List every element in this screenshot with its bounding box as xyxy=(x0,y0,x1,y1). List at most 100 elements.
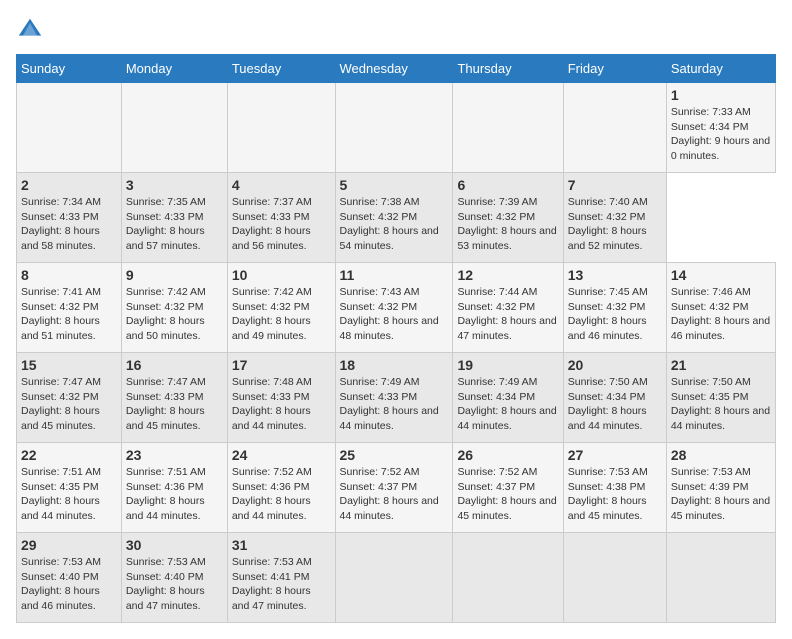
calendar-cell: 14Sunrise: 7:46 AMSunset: 4:32 PMDayligh… xyxy=(666,263,775,353)
day-info: Sunrise: 7:52 AMSunset: 4:37 PMDaylight:… xyxy=(340,465,449,524)
day-info: Sunrise: 7:39 AMSunset: 4:32 PMDaylight:… xyxy=(457,195,558,254)
header-tuesday: Tuesday xyxy=(227,55,335,83)
day-number: 28 xyxy=(671,447,771,463)
day-number: 16 xyxy=(126,357,223,373)
day-number: 26 xyxy=(457,447,558,463)
day-info: Sunrise: 7:43 AMSunset: 4:32 PMDaylight:… xyxy=(340,285,449,344)
calendar-cell: 15 Sunrise: 7:47 AMSunset: 4:32 PMDayligh… xyxy=(17,353,122,443)
day-info: Sunrise: 7:48 AMSunset: 4:33 PMDaylight:… xyxy=(232,375,331,434)
day-info: Sunrise: 7:50 AMSunset: 4:35 PMDaylight:… xyxy=(671,375,771,434)
calendar-cell xyxy=(335,533,453,623)
calendar-cell: 24 Sunrise: 7:52 AMSunset: 4:36 PMDayligh… xyxy=(227,443,335,533)
day-number: 4 xyxy=(232,177,331,193)
calendar-cell xyxy=(335,83,453,173)
header-wednesday: Wednesday xyxy=(335,55,453,83)
calendar-cell: 8Sunrise: 7:41 AMSunset: 4:32 PMDaylight… xyxy=(17,263,122,353)
day-number: 23 xyxy=(126,447,223,463)
calendar-cell: 26 Sunrise: 7:52 AMSunset: 4:37 PMDayligh… xyxy=(453,443,563,533)
day-info: Sunrise: 7:41 AMSunset: 4:32 PMDaylight:… xyxy=(21,285,117,344)
day-info: Sunrise: 7:33 AMSunset: 4:34 PMDaylight:… xyxy=(671,105,771,164)
calendar-table: SundayMondayTuesdayWednesdayThursdayFrid… xyxy=(16,54,776,623)
calendar-cell: 19 Sunrise: 7:49 AMSunset: 4:34 PMDayligh… xyxy=(453,353,563,443)
day-info: Sunrise: 7:52 AMSunset: 4:37 PMDaylight:… xyxy=(457,465,558,524)
day-info: Sunrise: 7:34 AMSunset: 4:33 PMDaylight:… xyxy=(21,195,117,254)
header-sunday: Sunday xyxy=(17,55,122,83)
page-header xyxy=(16,16,776,44)
day-info: Sunrise: 7:53 AMSunset: 4:38 PMDaylight:… xyxy=(568,465,662,524)
day-number: 1 xyxy=(671,87,771,103)
day-info: Sunrise: 7:52 AMSunset: 4:36 PMDaylight:… xyxy=(232,465,331,524)
calendar-week-row: 15 Sunrise: 7:47 AMSunset: 4:32 PMDayligh… xyxy=(17,353,776,443)
calendar-cell: 30 Sunrise: 7:53 AMSunset: 4:40 PMDayligh… xyxy=(121,533,227,623)
calendar-week-row: 22Sunrise: 7:51 AMSunset: 4:35 PMDayligh… xyxy=(17,443,776,533)
day-number: 30 xyxy=(126,537,223,553)
calendar-cell: 17 Sunrise: 7:48 AMSunset: 4:33 PMDayligh… xyxy=(227,353,335,443)
day-info: Sunrise: 7:35 AMSunset: 4:33 PMDaylight:… xyxy=(126,195,223,254)
calendar-cell xyxy=(453,533,563,623)
calendar-cell: 10Sunrise: 7:42 AMSunset: 4:32 PMDayligh… xyxy=(227,263,335,353)
day-info: Sunrise: 7:42 AMSunset: 4:32 PMDaylight:… xyxy=(126,285,223,344)
calendar-cell: 4Sunrise: 7:37 AMSunset: 4:33 PMDaylight… xyxy=(227,173,335,263)
day-info: Sunrise: 7:47 AMSunset: 4:33 PMDaylight:… xyxy=(126,375,223,434)
day-info: Sunrise: 7:49 AMSunset: 4:33 PMDaylight:… xyxy=(340,375,449,434)
calendar-cell xyxy=(563,533,666,623)
day-number: 9 xyxy=(126,267,223,283)
calendar-cell: 3 Sunrise: 7:35 AMSunset: 4:33 PMDaylight… xyxy=(121,173,227,263)
day-number: 15 xyxy=(21,357,117,373)
calendar-cell: 21Sunrise: 7:50 AMSunset: 4:35 PMDayligh… xyxy=(666,353,775,443)
calendar-cell: 22Sunrise: 7:51 AMSunset: 4:35 PMDayligh… xyxy=(17,443,122,533)
calendar-cell: 27 Sunrise: 7:53 AMSunset: 4:38 PMDayligh… xyxy=(563,443,666,533)
calendar-cell: 5Sunrise: 7:38 AMSunset: 4:32 PMDaylight… xyxy=(335,173,453,263)
calendar-cell xyxy=(121,83,227,173)
calendar-header-row: SundayMondayTuesdayWednesdayThursdayFrid… xyxy=(17,55,776,83)
calendar-cell: 9 Sunrise: 7:42 AMSunset: 4:32 PMDaylight… xyxy=(121,263,227,353)
day-info: Sunrise: 7:51 AMSunset: 4:36 PMDaylight:… xyxy=(126,465,223,524)
day-number: 3 xyxy=(126,177,223,193)
day-number: 27 xyxy=(568,447,662,463)
calendar-cell: 16 Sunrise: 7:47 AMSunset: 4:33 PMDayligh… xyxy=(121,353,227,443)
calendar-cell xyxy=(666,533,775,623)
day-info: Sunrise: 7:53 AMSunset: 4:39 PMDaylight:… xyxy=(671,465,771,524)
calendar-cell: 23 Sunrise: 7:51 AMSunset: 4:36 PMDayligh… xyxy=(121,443,227,533)
day-number: 29 xyxy=(21,537,117,553)
day-number: 5 xyxy=(340,177,449,193)
header-monday: Monday xyxy=(121,55,227,83)
day-number: 31 xyxy=(232,537,331,553)
calendar-cell: 1 Sunrise: 7:33 AMSunset: 4:34 PMDaylight… xyxy=(666,83,775,173)
header-saturday: Saturday xyxy=(666,55,775,83)
day-number: 2 xyxy=(21,177,117,193)
day-info: Sunrise: 7:50 AMSunset: 4:34 PMDaylight:… xyxy=(568,375,662,434)
calendar-cell: 29 Sunrise: 7:53 AMSunset: 4:40 PMDayligh… xyxy=(17,533,122,623)
day-number: 20 xyxy=(568,357,662,373)
calendar-cell: 11 Sunrise: 7:43 AMSunset: 4:32 PMDayligh… xyxy=(335,263,453,353)
day-number: 11 xyxy=(340,267,449,283)
header-friday: Friday xyxy=(563,55,666,83)
day-info: Sunrise: 7:53 AMSunset: 4:40 PMDaylight:… xyxy=(126,555,223,614)
calendar-week-row: 1 Sunrise: 7:33 AMSunset: 4:34 PMDaylight… xyxy=(17,83,776,173)
day-info: Sunrise: 7:49 AMSunset: 4:34 PMDaylight:… xyxy=(457,375,558,434)
calendar-cell: 6 Sunrise: 7:39 AMSunset: 4:32 PMDaylight… xyxy=(453,173,563,263)
calendar-week-row: 2 Sunrise: 7:34 AMSunset: 4:33 PMDaylight… xyxy=(17,173,776,263)
calendar-cell xyxy=(453,83,563,173)
day-info: Sunrise: 7:46 AMSunset: 4:32 PMDaylight:… xyxy=(671,285,771,344)
day-number: 12 xyxy=(457,267,558,283)
calendar-cell: 20 Sunrise: 7:50 AMSunset: 4:34 PMDayligh… xyxy=(563,353,666,443)
day-info: Sunrise: 7:40 AMSunset: 4:32 PMDaylight:… xyxy=(568,195,662,254)
calendar-cell xyxy=(563,83,666,173)
day-number: 22 xyxy=(21,447,117,463)
day-number: 19 xyxy=(457,357,558,373)
day-number: 6 xyxy=(457,177,558,193)
day-number: 24 xyxy=(232,447,331,463)
day-info: Sunrise: 7:47 AMSunset: 4:32 PMDaylight:… xyxy=(21,375,117,434)
calendar-cell: 7 Sunrise: 7:40 AMSunset: 4:32 PMDaylight… xyxy=(563,173,666,263)
day-info: Sunrise: 7:44 AMSunset: 4:32 PMDaylight:… xyxy=(457,285,558,344)
calendar-cell: 25 Sunrise: 7:52 AMSunset: 4:37 PMDayligh… xyxy=(335,443,453,533)
day-info: Sunrise: 7:45 AMSunset: 4:32 PMDaylight:… xyxy=(568,285,662,344)
day-number: 25 xyxy=(340,447,449,463)
day-info: Sunrise: 7:53 AMSunset: 4:40 PMDaylight:… xyxy=(21,555,117,614)
day-number: 17 xyxy=(232,357,331,373)
day-number: 18 xyxy=(340,357,449,373)
calendar-cell: 12 Sunrise: 7:44 AMSunset: 4:32 PMDayligh… xyxy=(453,263,563,353)
day-number: 7 xyxy=(568,177,662,193)
calendar-cell: 2 Sunrise: 7:34 AMSunset: 4:33 PMDaylight… xyxy=(17,173,122,263)
